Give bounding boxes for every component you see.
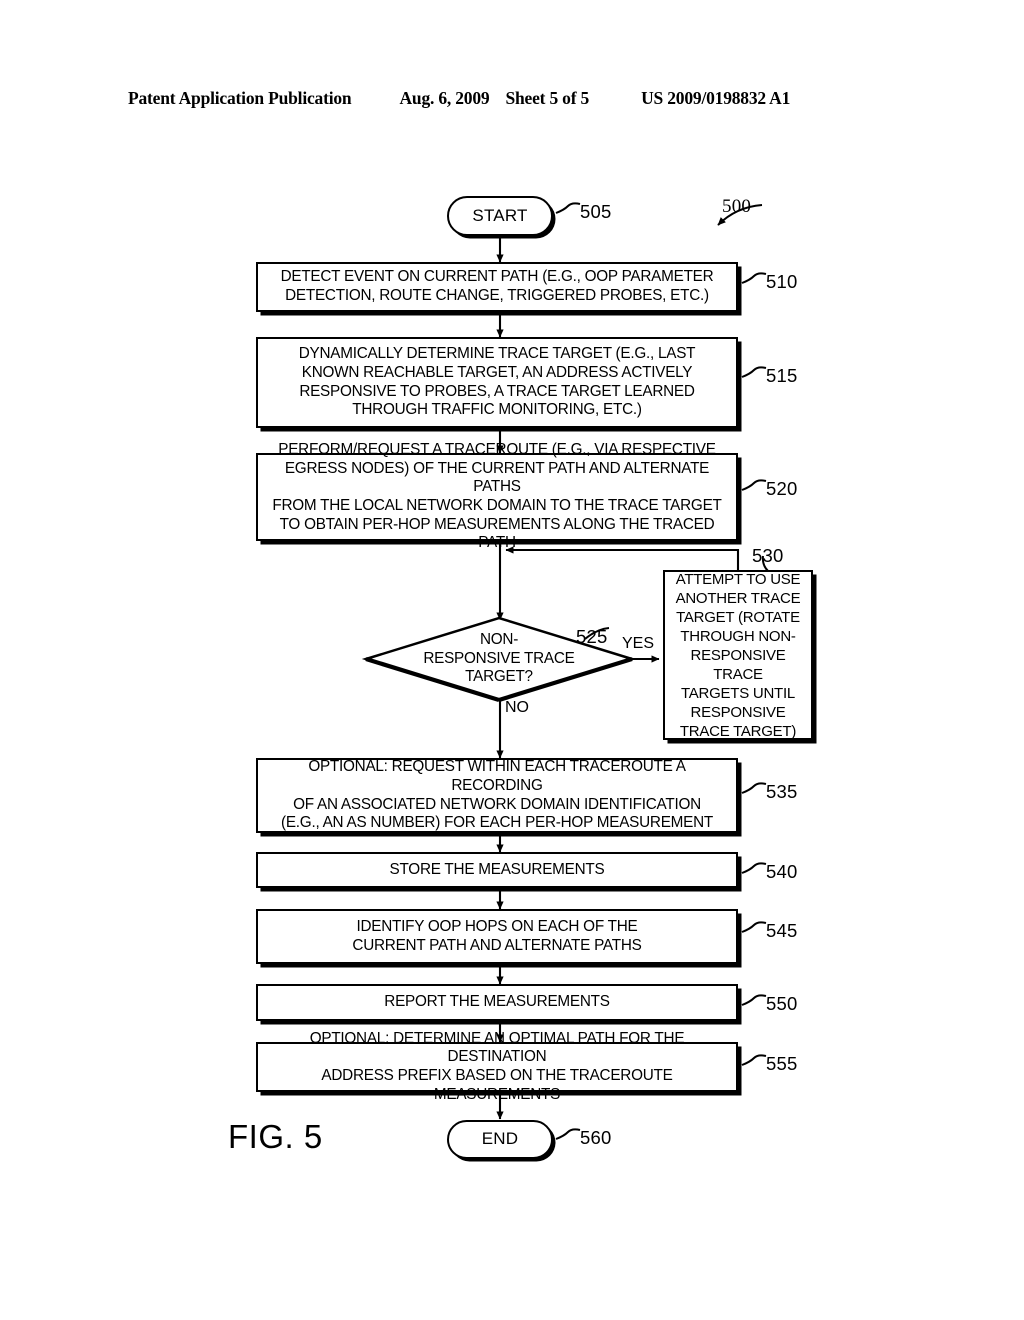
flow-node-555-label: OPTIONAL: DETERMINE AN OPTIMAL PATH FOR … [309, 1029, 685, 1103]
flow-node-end[interactable]: END [447, 1120, 553, 1159]
flow-node-determine-trace-target[interactable]: DYNAMICALLY DETERMINE TRACE TARGET (E.G.… [256, 337, 738, 428]
ref-numeral-535: 535 [766, 781, 798, 802]
leader-540 [741, 862, 767, 874]
figure-caption: FIG. 5 [228, 1118, 323, 1155]
flow-node-report-measurements[interactable]: REPORT THE MEASUREMENTS [256, 984, 738, 1021]
flow-node-detect-event[interactable]: DETECT EVENT ON CURRENT PATH (E.G., OOP … [256, 262, 738, 312]
leader-550 [741, 994, 767, 1006]
flow-node-attempt-another-target[interactable]: ATTEMPT TO USE ANOTHER TRACE TARGET (ROT… [663, 570, 813, 740]
ref-numeral-500: 500 [722, 196, 752, 217]
flow-node-start[interactable]: START [447, 196, 553, 236]
edge-530-525-feedback [505, 546, 740, 570]
leader-505 [555, 202, 581, 214]
flowchart-figure: START DETECT EVENT ON CURRENT PATH (E.G.… [0, 0, 1024, 1320]
flow-node-550-label: REPORT THE MEASUREMENTS [384, 993, 610, 1011]
ref-numeral-540: 540 [766, 861, 798, 882]
leader-545 [741, 921, 767, 933]
ref-numeral-525: 525 [576, 626, 608, 647]
ref-numeral-560: 560 [580, 1127, 612, 1148]
flow-node-540-label: STORE THE MEASUREMENTS [389, 860, 605, 878]
ref-numeral-515: 515 [766, 365, 798, 386]
leader-510 [741, 272, 767, 284]
leader-560 [555, 1128, 581, 1140]
flow-node-510-label: DETECT EVENT ON CURRENT PATH (E.G., OOP … [280, 268, 714, 304]
branch-label-no: NO [505, 699, 529, 716]
flow-node-545-label: IDENTIFY OOP HOPS ON EACH OF THE CURRENT… [352, 917, 642, 954]
flow-node-530-label: ATTEMPT TO USE ANOTHER TRACE TARGET (ROT… [675, 570, 801, 740]
leader-555 [741, 1054, 767, 1066]
leader-515 [741, 366, 767, 378]
ref-numeral-530: 530 [752, 545, 784, 566]
ref-numeral-510: 510 [766, 271, 798, 292]
flow-node-record-domain-id[interactable]: OPTIONAL: REQUEST WITHIN EACH TRACEROUTE… [256, 758, 738, 833]
flow-node-start-label: START [472, 205, 528, 225]
ref-numeral-550: 550 [766, 993, 798, 1014]
ref-numeral-520: 520 [766, 478, 798, 499]
ref-numeral-505: 505 [580, 201, 612, 222]
ref-numeral-545: 545 [766, 920, 798, 941]
flow-node-identify-oop-hops[interactable]: IDENTIFY OOP HOPS ON EACH OF THE CURRENT… [256, 909, 738, 964]
ref-numeral-555: 555 [766, 1053, 798, 1074]
leader-520 [741, 479, 767, 491]
flow-node-end-label: END [481, 1129, 519, 1149]
flow-node-515-label: DYNAMICALLY DETERMINE TRACE TARGET (E.G.… [298, 345, 696, 419]
branch-label-yes: YES [622, 635, 655, 652]
flow-node-perform-traceroute[interactable]: PERFORM/REQUEST A TRACEROUTE (E.G., VIA … [256, 441, 738, 551]
flow-node-520-label: PERFORM/REQUEST A TRACEROUTE (E.G., VIA … [272, 441, 722, 552]
flow-node-determine-optimal-path[interactable]: OPTIONAL: DETERMINE AN OPTIMAL PATH FOR … [256, 1030, 738, 1103]
leader-535 [741, 782, 767, 794]
flow-node-store-measurements[interactable]: STORE THE MEASUREMENTS [256, 852, 738, 888]
flow-node-535-label: OPTIONAL: REQUEST WITHIN EACH TRACEROUTE… [281, 758, 713, 832]
